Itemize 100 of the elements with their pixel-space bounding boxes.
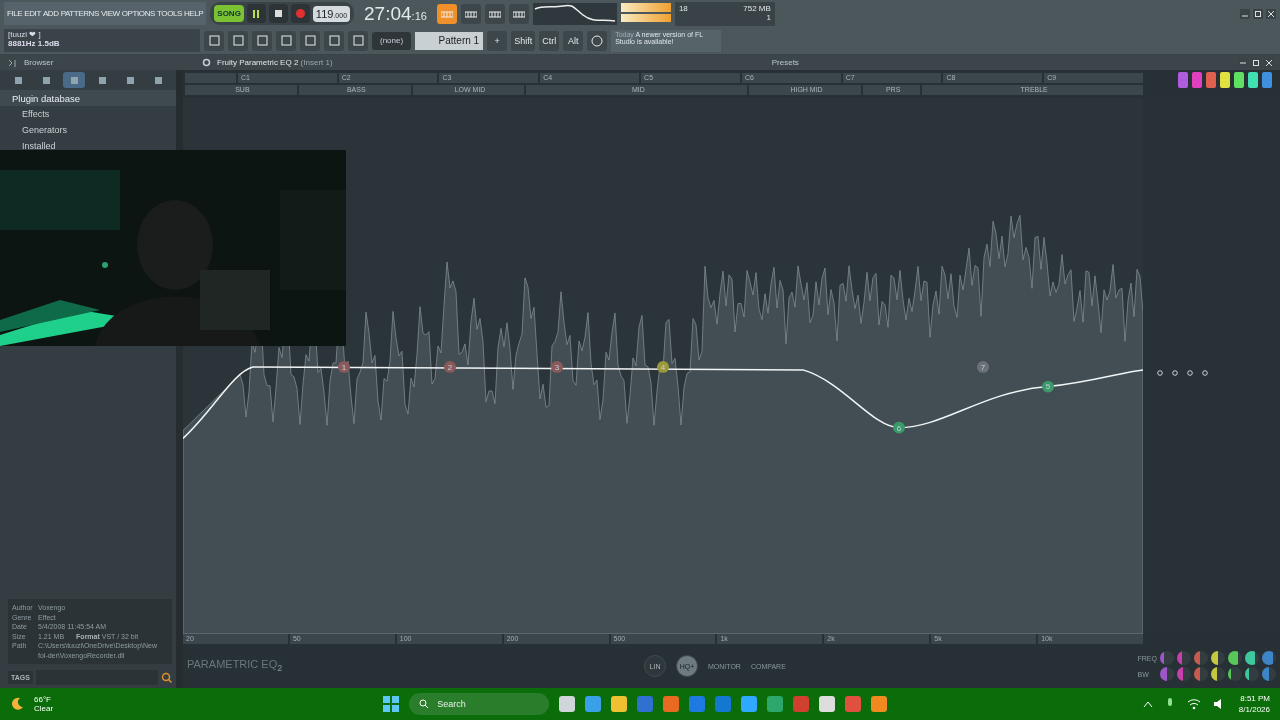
knob[interactable] bbox=[1262, 667, 1276, 681]
plugin-logo: PARAMETRIC EQ$_{2}$ bbox=[187, 658, 283, 674]
modifier-key[interactable]: Ctrl bbox=[539, 30, 560, 51]
tool-button[interactable] bbox=[252, 30, 272, 51]
tree-item[interactable]: Generators bbox=[0, 122, 176, 138]
modifier-key[interactable]: Alt bbox=[563, 30, 584, 51]
toolbar-toggle[interactable] bbox=[460, 3, 481, 24]
minimize-button[interactable] bbox=[1240, 8, 1250, 19]
song-position: 27:04:16 bbox=[364, 2, 427, 25]
restore-icon bbox=[1253, 59, 1259, 66]
square-icon bbox=[69, 75, 79, 85]
start-icon[interactable] bbox=[383, 696, 400, 712]
band-selector[interactable] bbox=[1192, 72, 1202, 88]
menu-item[interactable]: OPTIONS bbox=[121, 9, 155, 18]
restore-button[interactable] bbox=[1253, 8, 1263, 19]
browser-title: Browser bbox=[24, 58, 54, 67]
band-selector[interactable] bbox=[1178, 72, 1188, 88]
note-bar bbox=[185, 73, 236, 83]
menu-item[interactable]: HELP bbox=[184, 9, 204, 18]
tree-item[interactable]: Plugin database bbox=[0, 90, 176, 106]
nav-icon[interactable] bbox=[8, 58, 18, 67]
knob[interactable] bbox=[1211, 651, 1225, 665]
app-icon[interactable] bbox=[819, 696, 836, 712]
close-icon bbox=[1266, 59, 1272, 66]
clock[interactable]: 8:51 PM 8/1/2026 bbox=[1238, 694, 1270, 714]
knob[interactable] bbox=[1228, 667, 1242, 681]
app-icon[interactable] bbox=[611, 696, 628, 712]
app-icon[interactable] bbox=[663, 696, 680, 712]
stop-button[interactable] bbox=[268, 4, 288, 23]
app-icon[interactable] bbox=[871, 696, 888, 712]
toolbar-toggle[interactable] bbox=[484, 3, 505, 24]
tool-button[interactable] bbox=[300, 30, 320, 51]
stop-icon bbox=[274, 10, 282, 17]
menu-item[interactable]: VIEW bbox=[100, 9, 120, 18]
square-icon bbox=[41, 75, 51, 85]
modifier-key[interactable]: Shift bbox=[511, 30, 536, 51]
add-pattern-button[interactable]: + bbox=[487, 30, 508, 51]
tool-button[interactable] bbox=[348, 30, 368, 51]
plugin-title: Fruity Parametric EQ 2 (Insert 1) bbox=[217, 58, 333, 67]
band-dot[interactable] bbox=[1172, 370, 1178, 376]
close-icon bbox=[1268, 10, 1274, 17]
knob[interactable] bbox=[1245, 667, 1259, 681]
restore-button[interactable] bbox=[1251, 57, 1261, 68]
volume-meter bbox=[620, 2, 671, 25]
minimize-icon bbox=[1240, 59, 1246, 66]
search-icon bbox=[419, 699, 430, 709]
memory-usage: 752 MB bbox=[743, 3, 771, 13]
knob[interactable] bbox=[1194, 651, 1208, 665]
close-button[interactable] bbox=[1266, 8, 1276, 19]
square-icon bbox=[13, 75, 23, 85]
hint-text: [tuuzi ❤ ] bbox=[8, 30, 42, 39]
band-dot[interactable] bbox=[1202, 370, 1208, 376]
band-dot[interactable] bbox=[1157, 370, 1163, 376]
help-button[interactable] bbox=[587, 30, 608, 51]
app-icon[interactable] bbox=[767, 696, 784, 712]
band-dot[interactable] bbox=[1187, 370, 1193, 376]
wifi-icon[interactable] bbox=[1186, 698, 1201, 710]
keyboard-icon bbox=[488, 8, 501, 19]
weather-widget[interactable]: 66°F Clear bbox=[34, 695, 54, 713]
toolbar-toggle[interactable] bbox=[436, 3, 457, 24]
tree-item[interactable]: Installed bbox=[0, 138, 176, 154]
keyboard-icon bbox=[512, 8, 525, 19]
knob[interactable] bbox=[1228, 651, 1242, 665]
square-icon bbox=[153, 75, 163, 85]
pause-icon bbox=[252, 9, 261, 18]
menu-item[interactable]: PATTERNS bbox=[60, 9, 99, 18]
voice-count: 18 bbox=[678, 3, 688, 15]
pattern-selector[interactable]: (none) bbox=[372, 31, 412, 50]
menu-item[interactable]: EDIT bbox=[24, 9, 41, 18]
square-icon bbox=[125, 75, 135, 85]
knob[interactable] bbox=[1194, 667, 1208, 681]
knob[interactable] bbox=[1211, 667, 1225, 681]
band-selector[interactable] bbox=[1220, 72, 1230, 88]
tool-button[interactable] bbox=[276, 30, 296, 51]
app-icon[interactable] bbox=[741, 696, 758, 712]
menu-item[interactable]: TOOLS bbox=[157, 9, 182, 18]
menu-item[interactable]: FILE bbox=[7, 9, 23, 18]
app-icon[interactable] bbox=[585, 696, 602, 712]
tree-item[interactable]: Effects bbox=[0, 106, 176, 122]
record-icon bbox=[295, 9, 305, 18]
song-mode-button[interactable]: SONG bbox=[214, 5, 244, 22]
search-button[interactable]: Search bbox=[409, 693, 550, 715]
presets-button[interactable]: Presets bbox=[771, 58, 799, 67]
tool-button[interactable] bbox=[228, 30, 248, 51]
gear-icon[interactable] bbox=[202, 58, 211, 67]
keyboard-icon bbox=[464, 8, 477, 19]
chevron-icon[interactable] bbox=[1142, 700, 1153, 708]
browser-tab[interactable] bbox=[63, 72, 85, 88]
app-icon[interactable] bbox=[559, 696, 576, 712]
tool-button[interactable] bbox=[204, 30, 224, 51]
band-selector[interactable] bbox=[1206, 72, 1216, 88]
menu-item[interactable]: ADD bbox=[42, 9, 59, 18]
restore-icon bbox=[1255, 10, 1261, 17]
band-selector[interactable] bbox=[1234, 72, 1244, 88]
search-icon[interactable] bbox=[161, 671, 172, 683]
toolbar-toggle[interactable] bbox=[508, 3, 529, 24]
pause-button[interactable] bbox=[246, 4, 266, 23]
tool-button[interactable] bbox=[324, 30, 344, 51]
pattern-name[interactable]: Pattern 1 bbox=[415, 31, 484, 50]
polyphony-count: 1 bbox=[766, 12, 771, 22]
